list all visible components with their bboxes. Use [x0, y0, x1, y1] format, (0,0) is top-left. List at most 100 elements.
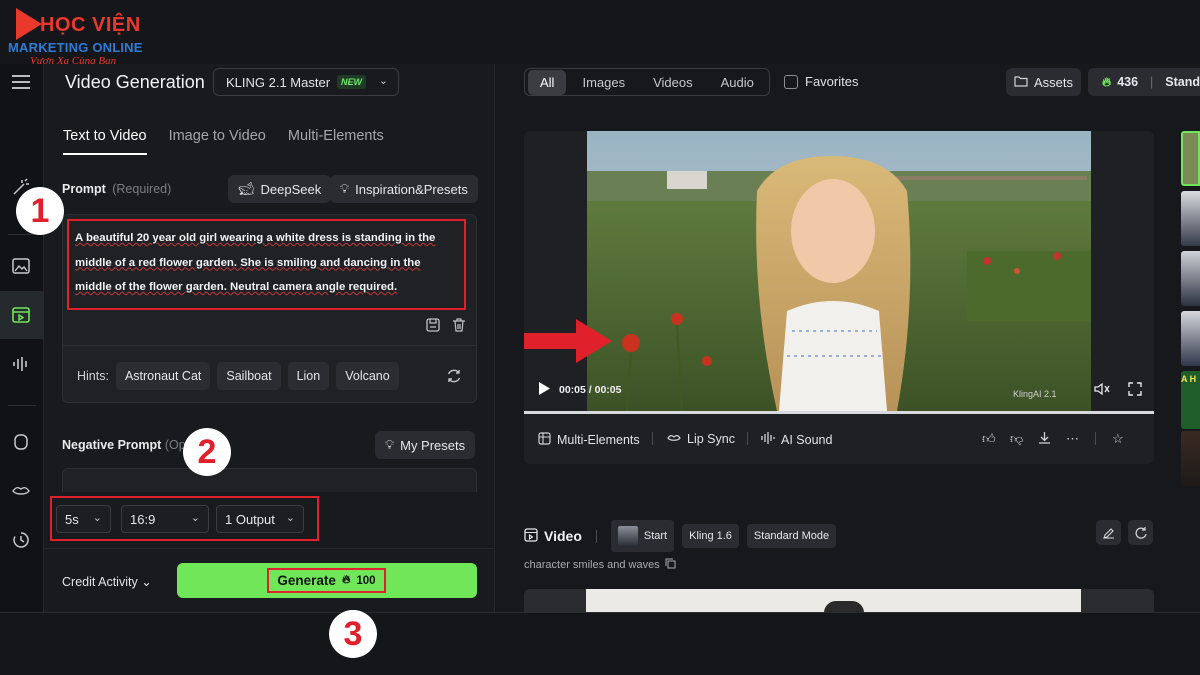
- copy-icon[interactable]: [665, 558, 676, 572]
- prompt-tools: [426, 318, 466, 335]
- lips-icon[interactable]: [10, 480, 32, 502]
- page-title: Video Generation: [65, 72, 205, 92]
- duration-select[interactable]: 5s ⌄: [56, 505, 111, 533]
- generate-button[interactable]: Generate 🔥︎ 100: [177, 563, 477, 598]
- generate-cost: 100: [356, 574, 376, 587]
- more-icon[interactable]: ⋯: [1066, 431, 1079, 447]
- assets-panel: All Images Videos Audio Favorites Assets…: [496, 64, 1200, 612]
- history-thumbnail[interactable]: [1181, 311, 1200, 366]
- whale-icon: 🐋︎: [238, 181, 255, 196]
- video-item-header: Video Start Kling 1.6 Standard Mode: [524, 520, 837, 552]
- download-icon[interactable]: [1038, 431, 1051, 447]
- hint-chip[interactable]: Lion: [287, 362, 330, 390]
- favorites-toggle[interactable]: Favorites: [784, 74, 858, 89]
- playback-controls: 00:05 / 00:05: [538, 382, 621, 398]
- prompt-textarea[interactable]: A beautiful 20 year old girl wearing a w…: [67, 219, 466, 310]
- hint-chip[interactable]: Astronaut Cat: [115, 362, 211, 390]
- inspiration-label: Inspiration&Presets: [355, 181, 468, 197]
- tab-multi-elements[interactable]: Multi-Elements: [288, 128, 384, 155]
- separator: [595, 529, 597, 543]
- video-icon: [524, 527, 538, 545]
- outputs-select[interactable]: 1 Output ⌄: [216, 505, 304, 533]
- tab-image-to-video[interactable]: Image to Video: [169, 128, 266, 155]
- hint-chip[interactable]: Volcano: [336, 362, 399, 390]
- lip-sync-button[interactable]: Lip Sync: [667, 432, 735, 446]
- history-thumbnail[interactable]: [1181, 251, 1200, 306]
- logo-line1: HỌC VIỆN: [40, 14, 141, 36]
- ratio-select[interactable]: 16:9 ⌄: [121, 505, 209, 533]
- player-icons: [1094, 382, 1142, 399]
- lip-sync-label: Lip Sync: [687, 432, 735, 446]
- avatar-icon[interactable]: [10, 431, 32, 453]
- negative-prompt-label: Negative Prompt (Op: [62, 438, 186, 452]
- video-item-title: Video: [524, 527, 582, 545]
- filter-all[interactable]: All: [528, 69, 567, 95]
- star-icon[interactable]: ☆: [1112, 431, 1124, 447]
- ai-sound-button[interactable]: AI Sound: [761, 432, 832, 447]
- favorites-checkbox[interactable]: [784, 74, 798, 89]
- menu-icon[interactable]: [10, 71, 32, 93]
- video-gen-icon[interactable]: [10, 304, 32, 326]
- start-thumbnail: [617, 526, 638, 546]
- save-icon[interactable]: [426, 318, 440, 335]
- start-frame-tag[interactable]: Start: [610, 520, 675, 552]
- model-select[interactable]: KLING 2.1 Master NEW ⌄: [213, 68, 399, 96]
- brand-logo: HỌC VIỆN MARKETING ONLINE Vươn Xa Cùng B…: [6, 6, 156, 67]
- top-band: [0, 0, 1200, 64]
- video-caption: character smiles and waves: [524, 558, 676, 572]
- favorites-label: Favorites: [805, 74, 859, 89]
- history-thumbnail[interactable]: [1181, 191, 1200, 246]
- annotation-3-overlay: 3: [329, 610, 377, 658]
- tab-text-to-video[interactable]: Text to Video: [63, 128, 147, 155]
- generate-label: Generate: [277, 573, 336, 588]
- refresh-hints-icon[interactable]: [446, 368, 462, 389]
- multi-elements-label: Multi-Elements: [557, 433, 640, 447]
- regenerate-button[interactable]: [1128, 520, 1153, 545]
- ai-sound-label: AI Sound: [781, 432, 833, 447]
- settings-group: 5s ⌄ 16:9 ⌄ 1 Output ⌄: [50, 496, 319, 541]
- edit-button[interactable]: [1096, 520, 1121, 545]
- flame-icon: 🔥︎: [341, 574, 351, 586]
- credits-balance[interactable]: 🔥︎ 436 | Stand: [1088, 68, 1200, 96]
- deepseek-button[interactable]: 🐋︎ DeepSeek: [228, 175, 332, 203]
- hints-row: Hints: Astronaut Cat Sailboat Lion Volca…: [77, 362, 399, 390]
- hint-chip[interactable]: Sailboat: [217, 362, 281, 390]
- history-thumbnail[interactable]: A H: [1181, 371, 1200, 429]
- filter-videos[interactable]: Videos: [641, 70, 705, 95]
- thumbs-up-icon[interactable]: 👍︎: [982, 431, 996, 447]
- mute-icon[interactable]: [1094, 382, 1110, 399]
- credits-value: 436: [1117, 75, 1139, 89]
- filter-images[interactable]: Images: [570, 70, 637, 95]
- video-title-text: Video: [544, 528, 582, 544]
- history-thumbnail[interactable]: [1181, 431, 1200, 486]
- my-presets-button[interactable]: 💡︎ My Presets: [375, 431, 476, 459]
- folder-icon: [1014, 75, 1028, 90]
- new-badge: NEW: [337, 75, 367, 89]
- history-icon[interactable]: [10, 529, 32, 551]
- multi-elements-button[interactable]: Multi-Elements: [538, 432, 640, 448]
- prompt-text: A beautiful 20 year old girl wearing a w…: [75, 232, 436, 293]
- image-gen-icon[interactable]: [10, 255, 32, 277]
- separator: [747, 432, 748, 445]
- video-player[interactable]: 00:05 / 00:05 KlingAI 2.1: [524, 131, 1154, 411]
- red-arrow-annotation: [524, 319, 612, 363]
- logo-line2: MARKETING ONLINE: [8, 40, 143, 55]
- audio-icon[interactable]: [10, 353, 32, 375]
- thumbs-down-icon[interactable]: 👎︎: [1010, 431, 1023, 447]
- history-thumbnail[interactable]: [1181, 131, 1200, 186]
- bottom-band: [0, 612, 1200, 675]
- hints-label: Hints:: [77, 369, 109, 383]
- prompt-box: A beautiful 20 year old girl wearing a w…: [62, 214, 477, 403]
- filter-audio[interactable]: Audio: [709, 70, 766, 95]
- hints-divider: [63, 345, 476, 346]
- trash-icon[interactable]: [452, 318, 466, 335]
- negative-prompt-input[interactable]: [62, 468, 477, 492]
- prompt-label-text: Prompt: [62, 182, 106, 196]
- credit-activity-button[interactable]: Credit Activity ⌄: [62, 574, 152, 589]
- inspiration-presets-button[interactable]: 💡︎ Inspiration&Presets: [330, 175, 478, 203]
- next-video-thumbnail[interactable]: [524, 589, 1154, 612]
- assets-button[interactable]: Assets: [1006, 68, 1081, 96]
- play-icon[interactable]: [538, 382, 550, 398]
- fullscreen-icon[interactable]: [1128, 382, 1142, 399]
- prompt-required: (Required): [112, 182, 172, 196]
